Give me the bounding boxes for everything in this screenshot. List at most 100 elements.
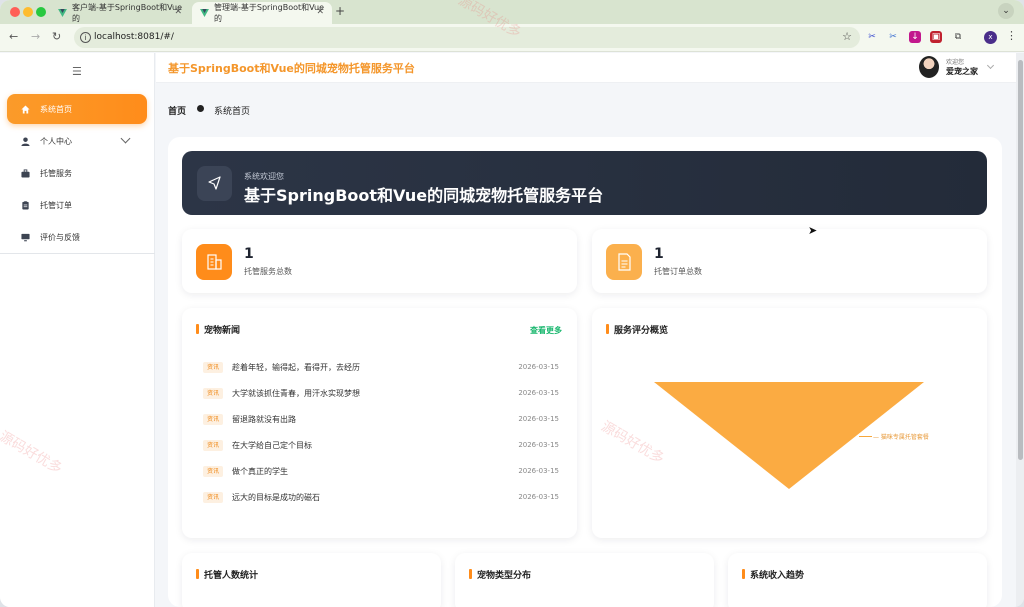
news-text[interactable]: 在大学给自己定个目标 [232, 440, 312, 451]
close-icon[interactable]: ✕ [316, 7, 324, 17]
sidebar-item-label: 评价与反馈 [40, 232, 80, 242]
navigation-arrow-icon [208, 176, 221, 190]
banner-icon-box [197, 166, 232, 201]
news-item[interactable]: 资讯 大学就该抓住青春，用汗水实现梦想 2026-03-15 [203, 387, 559, 401]
stat-card-services[interactable]: 1 托管服务总数 [182, 229, 577, 293]
sidebar-item-label: 个人中心 [40, 136, 72, 146]
download-extension-icon[interactable]: ↓ [909, 31, 921, 43]
news-item[interactable]: 资讯 在大学给自己定个目标 2026-03-15 [203, 439, 559, 453]
top-header: 基于SpringBoot和Vue的同城宠物托管服务平台 欢迎您 爱宠之家 [156, 53, 1016, 83]
stat-label: 托管订单总数 [654, 267, 702, 276]
clipboard-icon [22, 200, 29, 210]
news-item[interactable]: 资讯 远大的目标是成功的磁石 2026-03-15 [203, 491, 559, 505]
window-minimize-button[interactable] [23, 7, 33, 17]
sidebar-item-feedback[interactable]: 评价与反馈 [7, 222, 147, 252]
profile-avatar[interactable]: x [984, 31, 997, 44]
funnel-legend-line [859, 436, 872, 437]
news-title: 宠物新闻 [196, 323, 240, 336]
breadcrumb-current: 系统首页 [214, 107, 251, 117]
news-text[interactable]: 留退路就没有出路 [232, 414, 296, 425]
tab-client[interactable]: 客户端-基于SpringBoot和Vue的 ✕ [50, 2, 190, 24]
close-icon[interactable]: ✕ [174, 7, 182, 17]
chevron-down-icon[interactable] [120, 133, 131, 144]
forward-arrow-icon[interactable]: → [31, 30, 40, 43]
address-toolbar: ← → ↻ i localhost:8081/#/ ☆ ✂ ✂ ↓ ▣ ⧉ x … [0, 24, 1024, 52]
news-tag: 资讯 [203, 388, 223, 399]
tab-bar: 客户端-基于SpringBoot和Vue的 ✕ 管理端-基于SpringBoot… [0, 0, 1024, 24]
reload-icon[interactable]: ↻ [52, 30, 61, 43]
tab-title: 管理端-基于SpringBoot和Vue的 [214, 3, 325, 23]
stat-icon-box [606, 244, 642, 280]
scissors-extension-icon[interactable]: ✂ [866, 31, 878, 43]
browser-menu-icon[interactable]: ⋮ [1006, 29, 1017, 42]
card-title: 系统收入趋势 [742, 568, 804, 581]
building-icon [207, 254, 222, 270]
stat-value: 1 [244, 246, 254, 262]
chevron-down-icon[interactable] [986, 61, 995, 70]
news-date: 2026-03-15 [518, 441, 559, 449]
sidebar-item-services[interactable]: 托管服务 [7, 158, 147, 188]
breadcrumb-home[interactable]: 首页 [168, 104, 186, 117]
sidebar-item-label: 系统首页 [40, 104, 72, 114]
url-text[interactable]: localhost:8081/#/ [94, 32, 174, 42]
sidebar-item-profile[interactable]: 个人中心 [7, 126, 147, 156]
news-text[interactable]: 做个真正的学生 [232, 466, 288, 477]
card-title: 宠物类型分布 [469, 568, 531, 581]
stats-card-pet-types: 宠物类型分布 [455, 553, 714, 607]
news-text[interactable]: 远大的目标是成功的磁石 [232, 492, 320, 503]
news-date: 2026-03-15 [518, 467, 559, 475]
document-icon [618, 253, 631, 271]
vue-logo-icon [58, 9, 67, 17]
news-text[interactable]: 大学就该抓住青春，用汗水实现梦想 [232, 388, 360, 399]
news-tag: 资讯 [203, 466, 223, 477]
media-extension-icon[interactable]: ▣ [930, 31, 942, 43]
funnel-legend-label: — 猫咪专属托管套餐 [873, 434, 929, 441]
welcome-label: 欢迎您 [946, 59, 965, 66]
news-item[interactable]: 资讯 趁着年轻，输得起，看得开，去经历 2026-03-15 [203, 361, 559, 375]
banner-subtitle: 系统欢迎您 [244, 172, 284, 181]
extensions-puzzle-icon[interactable]: ⧉ [952, 31, 964, 43]
collapse-menu-icon[interactable]: ☰ [72, 65, 82, 78]
window-close-button[interactable] [10, 7, 20, 17]
bookmark-star-icon[interactable]: ☆ [842, 30, 852, 43]
stat-icon-box [196, 244, 232, 280]
user-icon [21, 136, 30, 146]
mouse-cursor-icon: ➤ [808, 224, 818, 237]
username[interactable]: 爱宠之家 [946, 66, 978, 77]
news-tag: 资讯 [203, 414, 223, 425]
banner-title: 基于SpringBoot和Vue的同城宠物托管服务平台 [244, 186, 604, 205]
vue-logo-icon [200, 9, 209, 17]
address-bar[interactable]: i localhost:8081/#/ ☆ [74, 27, 860, 48]
info-icon[interactable]: i [80, 32, 91, 43]
welcome-banner: 系统欢迎您 基于SpringBoot和Vue的同城宠物托管服务平台 [182, 151, 987, 215]
home-icon [21, 104, 30, 114]
news-date: 2026-03-15 [518, 493, 559, 501]
sidebar-item-home[interactable]: 系统首页 [7, 94, 147, 124]
avatar[interactable] [919, 56, 939, 78]
stat-value: 1 [654, 246, 664, 262]
sidebar-item-orders[interactable]: 托管订单 [7, 190, 147, 220]
sidebar-item-label: 托管服务 [40, 168, 72, 178]
cut-extension-icon[interactable]: ✂ [887, 31, 899, 43]
news-text[interactable]: 趁着年轻，输得起，看得开，去经历 [232, 362, 360, 373]
stats-card-people: 托管人数统计 [182, 553, 441, 607]
back-arrow-icon[interactable]: ← [9, 30, 18, 43]
browser-window: 客户端-基于SpringBoot和Vue的 ✕ 管理端-基于SpringBoot… [0, 0, 1024, 607]
news-date: 2026-03-15 [518, 389, 559, 397]
new-tab-button[interactable]: + [335, 4, 345, 18]
news-card: 宠物新闻 查看更多 资讯 趁着年轻，输得起，看得开，去经历 2026-03-15… [182, 308, 577, 538]
tab-title: 客户端-基于SpringBoot和Vue的 [72, 3, 183, 23]
breadcrumb-separator [197, 105, 204, 112]
view-more-link[interactable]: 查看更多 [530, 325, 562, 336]
tab-admin[interactable]: 管理端-基于SpringBoot和Vue的 ✕ [192, 2, 332, 24]
tab-search-icon[interactable]: ⌄ [998, 3, 1014, 19]
news-tag: 资讯 [203, 362, 223, 373]
news-item[interactable]: 资讯 做个真正的学生 2026-03-15 [203, 465, 559, 479]
sidebar-item-label: 托管订单 [40, 200, 72, 210]
stat-label: 托管服务总数 [244, 267, 292, 276]
news-item[interactable]: 资讯 留退路就没有出路 2026-03-15 [203, 413, 559, 427]
window-maximize-button[interactable] [36, 7, 46, 17]
scrollbar-thumb[interactable] [1018, 60, 1023, 460]
stat-card-orders[interactable]: 1 托管订单总数 [592, 229, 987, 293]
news-tag: 资讯 [203, 440, 223, 451]
